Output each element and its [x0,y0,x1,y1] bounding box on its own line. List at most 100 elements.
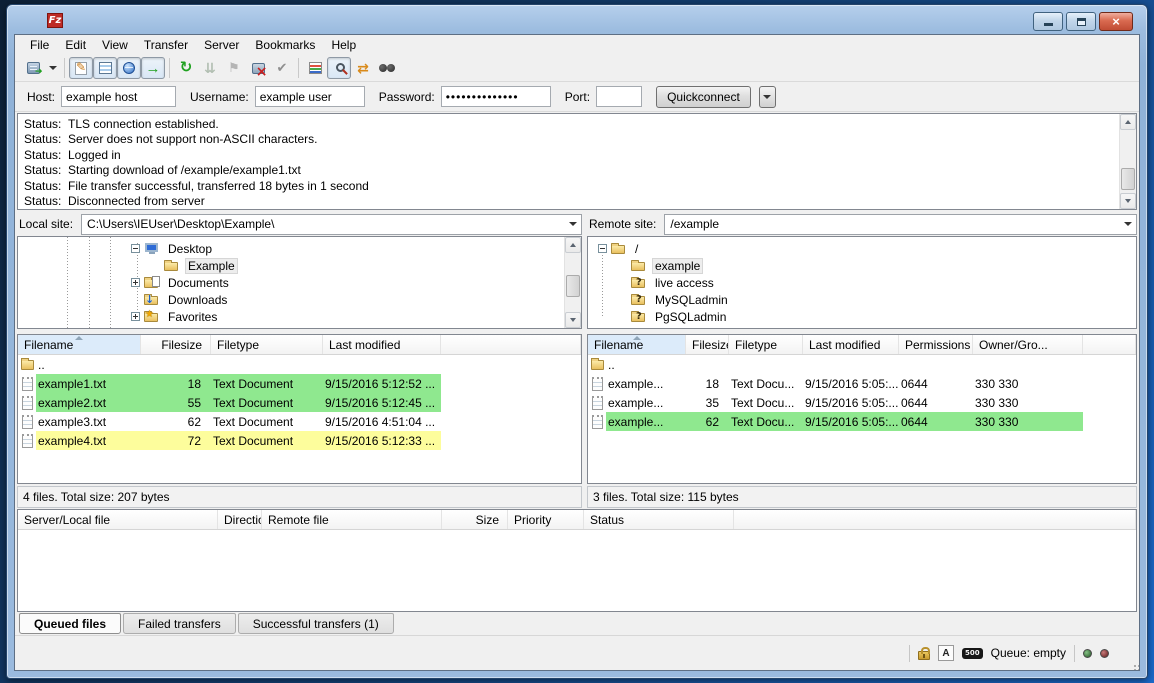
column-header-filetype[interactable]: Filetype [211,335,323,354]
column-header-size[interactable]: Size [442,510,508,529]
expand-expander-icon[interactable] [131,278,140,287]
column-header-filename[interactable]: Filename [588,335,686,354]
menu-help[interactable]: Help [323,36,364,54]
column-header-priority[interactable]: Priority [508,510,584,529]
message-log-scrollbar[interactable] [1119,114,1136,209]
process-queue-button[interactable]: ⇊ [198,57,222,79]
local-site-combobox[interactable]: C:\Users\IEUser\Desktop\Example\ [81,214,582,235]
file-row-example1[interactable]: example1.txt 18 Text Document 9/15/2016 … [18,374,581,393]
file-row-remote-1[interactable]: example... 18 Text Docu... 9/15/2016 5:0… [588,374,1136,393]
status-message: Logged in [68,148,121,162]
port-input[interactable] [596,86,642,107]
collapse-expander-icon[interactable] [131,244,140,253]
file-row-remote-2[interactable]: example... 35 Text Docu... 9/15/2016 5:0… [588,393,1136,412]
status-message: Starting download of /example/example1.t… [68,163,301,177]
scroll-down-button[interactable] [1120,193,1136,209]
tree-item-label: MySQLadmin [652,292,731,308]
column-header-remote-file[interactable]: Remote file [262,510,442,529]
column-header-server-local-file[interactable]: Server/Local file [18,510,218,529]
titlebar[interactable]: Fz × [7,5,1147,30]
menu-edit[interactable]: Edit [57,36,94,54]
column-header-filesize[interactable]: Filesize [141,335,211,354]
menu-server[interactable]: Server [196,36,247,54]
menu-file[interactable]: File [22,36,57,54]
file-row-remote-3[interactable]: example... 62 Text Docu... 9/15/2016 5:0… [588,412,1136,431]
column-header-owner-group[interactable]: Owner/Gro... [973,335,1083,354]
scrollbar-thumb[interactable] [566,275,580,297]
data-type-indicator[interactable]: A [938,645,954,661]
toggle-remote-tree-button[interactable] [117,57,141,79]
file-row-example4[interactable]: example4.txt 72 Text Document 9/15/2016 … [18,431,581,450]
filezilla-logo-icon: Fz [47,13,63,28]
column-header-direction[interactable]: Direction [218,510,262,529]
desktop-icon [144,242,160,256]
maximize-button[interactable] [1066,12,1096,31]
folder-icon [611,242,627,256]
remote-site-combobox[interactable]: /example [664,214,1137,235]
site-manager-dropdown-button[interactable] [45,57,60,79]
tree-item-live-access[interactable]: live access [588,274,1136,291]
password-input[interactable] [441,86,551,107]
column-header-filename[interactable]: Filename [18,335,141,354]
menu-bookmarks[interactable]: Bookmarks [247,36,323,54]
tab-successful-transfers[interactable]: Successful transfers (1) [238,613,394,634]
quickconnect-dropdown-button[interactable] [759,86,776,108]
file-row-example3[interactable]: example3.txt 62 Text Document 9/15/2016 … [18,412,581,431]
host-input[interactable] [61,86,176,107]
column-header-filetype[interactable]: Filetype [729,335,803,354]
reconnect-button[interactable]: ✔ [270,57,294,79]
synchronized-browsing-button[interactable]: ⇄ [351,57,375,79]
column-header-status[interactable]: Status [584,510,734,529]
quickconnect-button[interactable]: Quickconnect [656,86,751,108]
speed-limit-badge[interactable]: 500 [962,648,983,659]
documents-folder-icon [144,276,160,290]
close-button[interactable]: × [1099,12,1133,31]
tree-item-mysqladmin[interactable]: MySQLadmin [588,291,1136,308]
secure-connection-lock-icon[interactable] [918,651,930,660]
resize-grip[interactable] [1134,665,1136,667]
toggle-transfer-queue-button[interactable]: → [141,57,165,79]
tree-item-documents[interactable]: Documents [18,274,581,291]
scroll-up-button[interactable] [1120,114,1136,130]
file-row-example2[interactable]: example2.txt 55 Text Document 9/15/2016 … [18,393,581,412]
tab-queued-files[interactable]: Queued files [19,613,121,634]
local-tree-scrollbar[interactable] [564,237,581,328]
scrollbar-thumb[interactable] [1121,168,1135,190]
username-input[interactable] [255,86,365,107]
scroll-down-button[interactable] [565,312,581,328]
column-header-permissions[interactable]: Permissions [899,335,973,354]
tree-item-favorites[interactable]: Favorites [18,308,581,325]
menu-view[interactable]: View [94,36,136,54]
find-files-button[interactable] [375,57,399,79]
status-label: Status: [24,148,68,162]
column-header-last-modified[interactable]: Last modified [803,335,899,354]
minimize-button[interactable] [1033,12,1063,31]
toggle-message-log-button[interactable] [69,57,93,79]
directory-filters-button[interactable] [303,57,327,79]
tree-item-pgsqladmin[interactable]: PgSQLadmin [588,308,1136,325]
collapse-expander-icon[interactable] [598,244,607,253]
tree-item-desktop[interactable]: Desktop [18,240,581,257]
tab-failed-transfers[interactable]: Failed transfers [123,613,236,634]
toggle-local-tree-button[interactable] [93,57,117,79]
file-row-parent-dir[interactable]: .. [588,355,1136,374]
cancel-operation-button[interactable]: ⚑ [222,57,246,79]
directory-comparison-button[interactable] [327,57,351,79]
menu-transfer[interactable]: Transfer [136,36,196,54]
tree-item-example-remote[interactable]: example [588,257,1136,274]
refresh-button[interactable]: ↻ [174,57,198,79]
tree-item-example[interactable]: Example [18,257,581,274]
column-header-filesize[interactable]: Filesize [686,335,729,354]
site-manager-button[interactable] [21,57,45,79]
expand-expander-icon[interactable] [131,312,140,321]
folder-icon [591,360,604,370]
tree-item-root[interactable]: / [588,240,1136,257]
file-row-parent-dir[interactable]: .. [18,355,581,374]
scroll-up-button[interactable] [565,237,581,253]
cell-permissions: 0644 [899,377,973,391]
column-header-last-modified[interactable]: Last modified [323,335,441,354]
disconnect-button[interactable] [246,57,270,79]
tree-item-downloads[interactable]: Downloads [18,291,581,308]
cell-last-modified: 9/15/2016 5:05:... [803,415,899,429]
cell-filesize: 72 [141,434,211,448]
